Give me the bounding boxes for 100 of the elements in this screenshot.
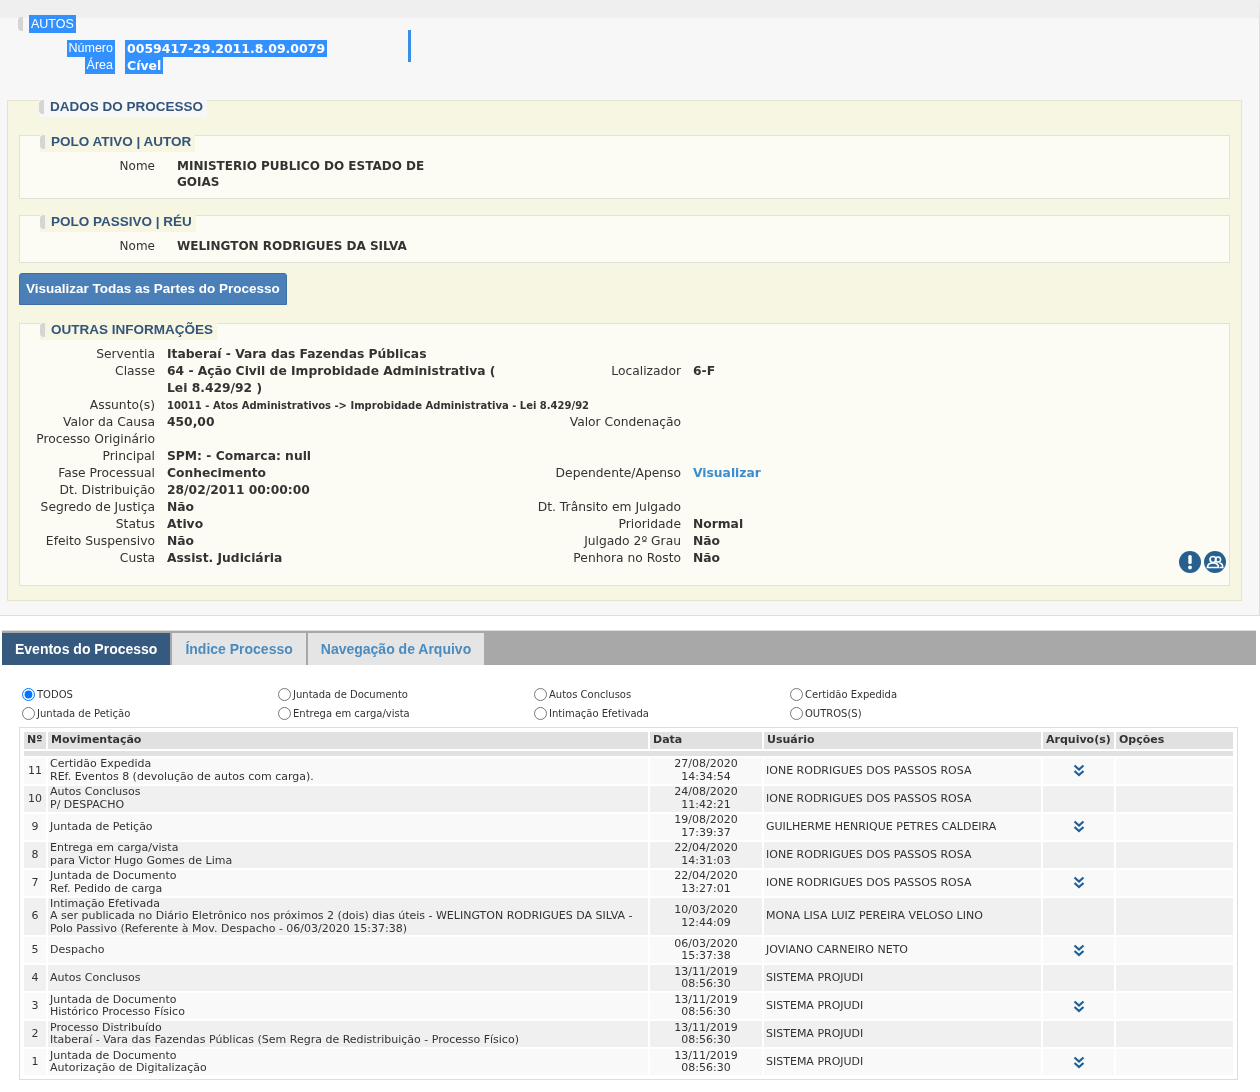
field-value: WELINGTON RODRIGUES DA SILVA	[177, 238, 408, 254]
section-title: DADOS DO PROCESSO	[50, 97, 204, 116]
table-cell: 3	[24, 993, 46, 1020]
field-value: Não	[693, 533, 721, 551]
tab[interactable]: Eventos do Processo	[2, 633, 171, 666]
table-cell: MONA LISA LUIZ PEREIRA VELOSO LINO	[766, 909, 983, 923]
field-label: Status	[115, 516, 155, 534]
field-label: Serventia	[96, 346, 155, 364]
field-label: Localizador	[611, 363, 681, 381]
table-cell-text: Juntada de Documento Autorização de Digitalização	[50, 1049, 208, 1075]
table-cell: 7	[24, 869, 46, 896]
field-label: Principal	[102, 448, 155, 466]
alert-icon[interactable]	[1179, 551, 1201, 574]
field-label: Custa	[119, 550, 155, 568]
radio-label: Juntada de Documento	[293, 688, 408, 703]
view-parties-button[interactable]: Visualizar Todas as Partes do Processo	[19, 273, 287, 306]
field-value: Assist. Judiciária	[167, 550, 283, 568]
table-cell-text: 06/03/2020 15:37:38	[673, 937, 739, 963]
table-cell-text: Autos Conclusos P/ DESPACHO	[50, 786, 142, 812]
field-value: Normal	[693, 516, 744, 534]
double-chevron-icon[interactable]	[1072, 820, 1085, 834]
field-value: MINISTERIO PUBLICO DO ESTADO DE GOIAS	[177, 158, 426, 190]
legend-marker	[40, 323, 45, 338]
radio-button[interactable]	[22, 707, 35, 721]
field-label: Área	[84, 57, 115, 74]
table-cell-text: 13/11/2019 08:56:30	[673, 993, 739, 1019]
table-cell-text: 22/04/2020 13:27:01	[673, 870, 739, 896]
people-icon[interactable]	[1204, 551, 1226, 574]
column-header: Opções	[1116, 732, 1233, 749]
table-cell: IONE RODRIGUES DOS PASSOS ROSA	[766, 875, 972, 889]
field-value: 10011 - Atos Administrativos -> Improbidade Administrativa - Lei 8.429/92	[167, 399, 590, 414]
radio-button[interactable]	[278, 688, 291, 702]
field-value: Conhecimento	[167, 465, 267, 483]
radio-label: Intimação Efetivada	[549, 707, 649, 722]
table-cell-text: Certidão Expedida REf. Eventos 8 (devolução de autos com carga).	[50, 758, 315, 784]
double-chevron-icon[interactable]	[1072, 764, 1085, 778]
double-chevron-icon[interactable]	[1072, 1055, 1085, 1069]
table-cell: 1	[24, 1049, 46, 1076]
field-label: Fase Processual	[58, 465, 155, 483]
table-cell-text: 13/11/2019 08:56:30	[673, 965, 739, 991]
field-label: Assunto(s)	[89, 397, 155, 415]
double-chevron-icon[interactable]	[1072, 876, 1085, 890]
table-cell-text: Intimação Efetivada A ser publicada no Diário Eletrônico nos próximos 2 (dois) dias úteis - WELINGTON RODRIGUES DA SILVA - Polo Passivo (Referente à Mov. Despacho - 06/03/2020 15:37:38)	[50, 897, 634, 936]
radio-button[interactable]	[22, 688, 35, 702]
table-cell-text: 13/11/2019 08:56:30	[673, 1049, 739, 1075]
text-cursor	[408, 30, 411, 62]
field-label: Segredo de Justiça	[40, 499, 155, 517]
radio-button[interactable]	[790, 688, 803, 702]
legend-marker	[40, 135, 45, 149]
field-label: Nome	[119, 158, 155, 175]
radio-button[interactable]	[790, 707, 803, 721]
field-value: 28/02/2011 00:00:00	[167, 482, 310, 500]
field-label: Valor Condenação	[569, 414, 681, 432]
field-value: Ativo	[167, 516, 204, 534]
field-value: Não	[693, 550, 721, 568]
table-cell: 4	[24, 965, 46, 992]
field-value: 0059417-29.2011.8.09.0079	[125, 40, 328, 57]
table-cell: GUILHERME HENRIQUE PETRES CALDEIRA	[766, 819, 997, 833]
table-cell: IONE RODRIGUES DOS PASSOS ROSA	[766, 763, 972, 777]
tab[interactable]: Navegação de Arquivo	[307, 633, 485, 666]
radio-button[interactable]	[534, 707, 547, 721]
column-header: Data	[650, 732, 762, 749]
table-cell: 11	[24, 757, 46, 784]
field-value: SPM: - Comarca: null	[167, 448, 312, 466]
table-cell-text: 27/08/2020 14:34:54	[673, 758, 739, 784]
field-value: Cível	[125, 57, 164, 74]
column-header: Nº	[24, 732, 46, 749]
radio-label: Certidão Expedida	[805, 688, 898, 703]
legend-marker	[39, 100, 44, 114]
section-title: POLO PASSIVO | RÉU	[51, 212, 192, 231]
field-label: Prioridade	[618, 516, 681, 534]
field-label: Nome	[119, 238, 155, 254]
field-value: Itaberaí - Vara das Fazendas Públicas	[167, 346, 427, 364]
table-cell-text: 13/11/2019 08:56:30	[673, 1021, 739, 1047]
section-title: OUTRAS INFORMAÇÕES	[51, 321, 213, 340]
table-cell: 5	[24, 937, 46, 964]
visualizar-link[interactable]: Visualizar	[693, 465, 761, 483]
table-cell: 8	[24, 841, 46, 868]
double-chevron-icon[interactable]	[1072, 999, 1085, 1013]
legend-marker	[18, 17, 23, 31]
table-cell: 6	[24, 897, 46, 936]
table-cell-text: 22/04/2020 14:31:03	[673, 842, 739, 868]
radio-button[interactable]	[278, 707, 291, 721]
section-title: POLO ATIVO | AUTOR	[51, 132, 192, 151]
field-label: Penhora no Rosto	[573, 550, 681, 568]
radio-button[interactable]	[534, 688, 547, 702]
column-header: Movimentação	[48, 732, 648, 749]
table-cell: SISTEMA PROJUDI	[766, 971, 864, 984]
legend-marker	[40, 215, 45, 229]
column-header: Arquivo(s)	[1043, 732, 1114, 749]
table-cell: 2	[24, 1021, 46, 1048]
table-cell-text: Juntada de Documento Histórico Processo Físico	[50, 993, 186, 1019]
table-cell: IONE RODRIGUES DOS PASSOS ROSA	[766, 791, 972, 805]
table-cell-text: Autos Conclusos	[50, 972, 142, 985]
table-cell-text: Processo Distribuído Itaberaí - Vara das Fazendas Públicas (Sem Regra de Redistribuição - Processo Físico)	[50, 1021, 520, 1047]
table-cell-text: 10/03/2020 12:44:09	[673, 904, 739, 929]
tab[interactable]: Índice Processo	[172, 633, 306, 666]
double-chevron-icon[interactable]	[1072, 943, 1085, 957]
field-label: Valor da Causa	[63, 414, 155, 432]
field-label: Efeito Suspensivo	[45, 533, 155, 551]
